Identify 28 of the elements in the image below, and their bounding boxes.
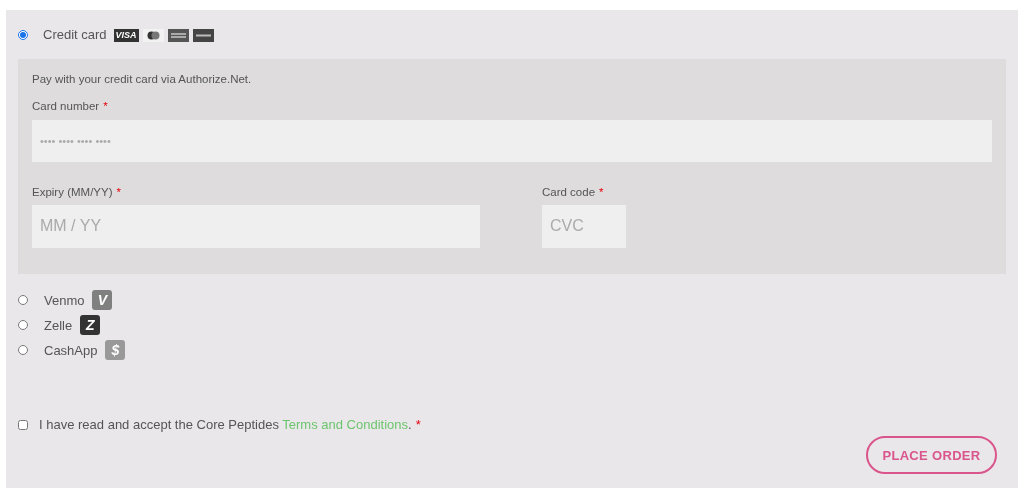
payment-option-label[interactable]: Zelle — [44, 315, 73, 335]
required-mark: * — [415, 415, 421, 434]
field-label: Card number — [32, 99, 100, 115]
payment-option-label[interactable]: Venmo — [44, 290, 85, 310]
card-logo-icon — [142, 28, 164, 42]
card-logo-icon — [167, 28, 189, 42]
card-logo-icon — [192, 28, 214, 42]
radio-button[interactable] — [18, 295, 28, 306]
field-label: Expiry (MM/YY) — [32, 184, 113, 200]
payment-description: Pay with your credit card via Authorize.Net. — [32, 72, 253, 87]
payment-logo-icon: V — [92, 290, 113, 311]
input-field[interactable]: •••• •••• •••• •••• — [32, 119, 992, 162]
radio-button[interactable] — [18, 345, 28, 356]
required-mark: * — [599, 184, 604, 200]
radio-button[interactable] — [18, 30, 28, 40]
payment-option-label[interactable]: Credit card — [43, 25, 107, 45]
field-label: Card code — [542, 184, 596, 200]
required-mark: * — [103, 99, 108, 115]
payment-logo-icon: Z — [80, 315, 101, 336]
input-field[interactable]: CVC — [542, 204, 626, 248]
terms-text: I have read and accept the Core Peptides Terms and Conditions. — [39, 415, 412, 434]
input-field[interactable]: MM / YY — [32, 204, 480, 248]
payment-logo-icon: $ — [105, 340, 126, 361]
radio-button[interactable] — [18, 320, 28, 331]
card-logo-icon: VISA — [113, 28, 139, 42]
required-mark: * — [116, 184, 121, 200]
payment-option-label[interactable]: CashApp — [44, 340, 98, 360]
checkbox[interactable] — [18, 419, 28, 430]
